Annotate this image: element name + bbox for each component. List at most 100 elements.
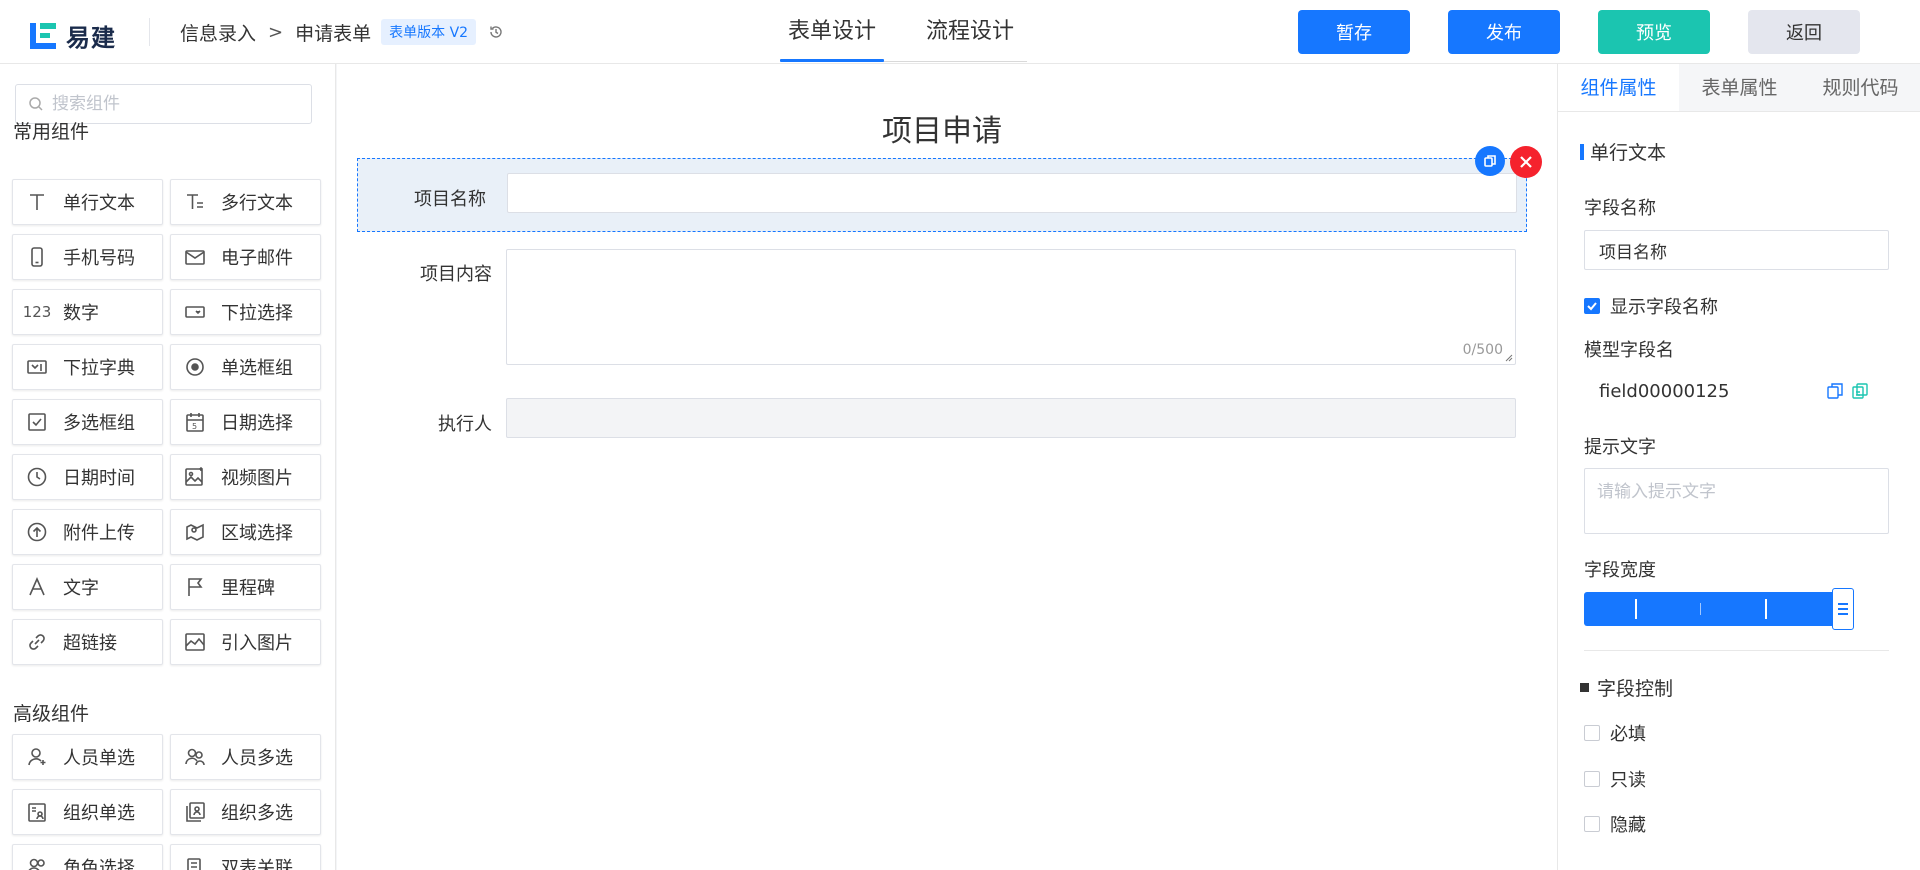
component-phone[interactable]: 手机号码 [12, 234, 163, 280]
component-dict-select[interactable]: 下拉字典 [12, 344, 163, 390]
top-bar: 易建 信息录入 > 申请表单 表单版本 V2 表单设计 流程设计 暂存 发布 预… [0, 0, 1920, 64]
component-radio-group[interactable]: 单选框组 [170, 344, 321, 390]
advanced-components-grid: 人员单选 人员多选 组织单选 组织多选 角色选择 双表关联 [12, 734, 322, 870]
map-icon [183, 520, 207, 544]
design-tabs: 表单设计 流程设计 [780, 0, 1056, 64]
tab-form-props[interactable]: 表单属性 [1679, 64, 1800, 111]
component-media[interactable]: 视频图片 [170, 454, 321, 500]
project-name-input[interactable] [507, 173, 1517, 213]
slider-tick [1765, 599, 1767, 619]
component-upload[interactable]: 附件上传 [12, 509, 163, 555]
component-org-multi[interactable]: 组织多选 [170, 789, 321, 835]
checkbox-label: 只读 [1610, 770, 1646, 791]
component-hyperlink[interactable]: 超链接 [12, 619, 163, 665]
required-checkbox[interactable]: 必填 [1584, 720, 1646, 746]
radio-icon [183, 355, 207, 379]
component-select[interactable]: 下拉选择 [170, 289, 321, 335]
component-milestone[interactable]: 里程碑 [170, 564, 321, 610]
component-role[interactable]: 角色选择 [12, 844, 163, 870]
component-search-input[interactable] [52, 94, 292, 114]
tab-component-props[interactable]: 组件属性 [1558, 64, 1679, 111]
copy-icon [1483, 154, 1497, 168]
back-button[interactable]: 返回 [1748, 10, 1860, 54]
font-icon [25, 575, 49, 599]
publish-button[interactable]: 发布 [1448, 10, 1560, 54]
component-date[interactable]: 5 日期选择 [170, 399, 321, 445]
component-label: 单选框组 [221, 358, 293, 379]
component-label: 角色选择 [63, 858, 135, 870]
delete-field-button[interactable] [1510, 146, 1542, 178]
heading-square [1580, 683, 1589, 692]
org-icon [25, 800, 49, 824]
component-single-text[interactable]: 单行文本 [12, 179, 163, 225]
app-logo[interactable]: 易建 [30, 18, 116, 53]
number-icon: 123 [22, 303, 52, 321]
field-width-slider[interactable] [1584, 588, 1854, 630]
component-label: 多行文本 [221, 193, 293, 214]
user-icon [25, 745, 49, 769]
show-field-name-checkbox[interactable]: 显示字段名称 [1584, 293, 1718, 319]
component-label: 数字 [63, 303, 99, 324]
component-org-single[interactable]: 组织单选 [12, 789, 163, 835]
upload-icon [25, 520, 49, 544]
model-field-label: 模型字段名 [1584, 340, 1674, 361]
field-name-input[interactable] [1584, 230, 1889, 270]
checkbox-checked-icon [1584, 298, 1600, 314]
executor-label: 执行人 [438, 414, 492, 435]
properties-panel: 组件属性 表单属性 规则代码 单行文本 字段名称 显示字段名称 模型字段名 fi… [1557, 64, 1920, 870]
field-label: 项目名称 [414, 189, 486, 210]
field-control-title: 字段控制 [1597, 678, 1674, 700]
component-region[interactable]: 区域选择 [170, 509, 321, 555]
project-content-textarea[interactable]: 0/500 [506, 249, 1516, 365]
tab-form-design[interactable]: 表单设计 [780, 0, 885, 64]
component-checkbox-group[interactable]: 多选框组 [12, 399, 163, 445]
component-email[interactable]: 电子邮件 [170, 234, 321, 280]
component-label: 视频图片 [221, 468, 293, 489]
component-user-multi[interactable]: 人员多选 [170, 734, 321, 780]
dict-select-icon [25, 355, 49, 379]
component-label: 引入图片 [221, 633, 293, 654]
copy-field-button[interactable] [1475, 146, 1505, 176]
history-icon[interactable] [488, 24, 504, 40]
multiline-text-icon [183, 190, 207, 214]
model-field-value: field00000125 [1599, 381, 1730, 402]
slider-handle[interactable] [1832, 588, 1854, 630]
tab-flow-design[interactable]: 流程设计 [918, 0, 1022, 64]
resize-grip-icon[interactable] [1505, 354, 1513, 362]
component-label: 电子邮件 [221, 248, 293, 269]
hint-text-textarea[interactable] [1584, 468, 1889, 534]
readonly-checkbox[interactable]: 只读 [1584, 766, 1646, 792]
component-user-single[interactable]: 人员单选 [12, 734, 163, 780]
mail-icon [183, 245, 207, 269]
breadcrumb-section[interactable]: 信息录入 [180, 19, 256, 46]
date-icon: 5 [183, 410, 207, 434]
preview-button[interactable]: 预览 [1598, 10, 1710, 54]
search-icon [28, 96, 44, 112]
checkbox-icon [25, 410, 49, 434]
hidden-checkbox[interactable]: 隐藏 [1584, 811, 1646, 837]
save-draft-button[interactable]: 暂存 [1298, 10, 1410, 54]
executor-input[interactable] [506, 398, 1516, 438]
tab-rule-code[interactable]: 规则代码 [1800, 64, 1920, 111]
component-text[interactable]: 文字 [12, 564, 163, 610]
component-multi-text[interactable]: 多行文本 [170, 179, 321, 225]
paste-icon[interactable] [1851, 382, 1869, 400]
phone-icon [25, 245, 49, 269]
component-image[interactable]: 引入图片 [170, 619, 321, 665]
component-label: 日期选择 [221, 413, 293, 434]
copy-icon[interactable] [1826, 382, 1844, 400]
text-icon [25, 190, 49, 214]
version-badge: 表单版本 V2 [381, 19, 477, 45]
orgs-icon [183, 800, 207, 824]
form-field-project-name[interactable]: 项目名称 [357, 146, 1542, 232]
component-datetime[interactable]: 日期时间 [12, 454, 163, 500]
component-relation[interactable]: 双表关联 [170, 844, 321, 870]
checkbox-label: 必填 [1610, 724, 1646, 745]
field-width-label: 字段宽度 [1584, 560, 1656, 581]
properties-tabs: 组件属性 表单属性 规则代码 [1558, 64, 1920, 112]
clock-icon [25, 465, 49, 489]
component-number[interactable]: 123 数字 [12, 289, 163, 335]
slider-tick [1635, 599, 1637, 619]
checkbox-label: 隐藏 [1610, 815, 1646, 836]
svg-text:5: 5 [192, 422, 197, 431]
